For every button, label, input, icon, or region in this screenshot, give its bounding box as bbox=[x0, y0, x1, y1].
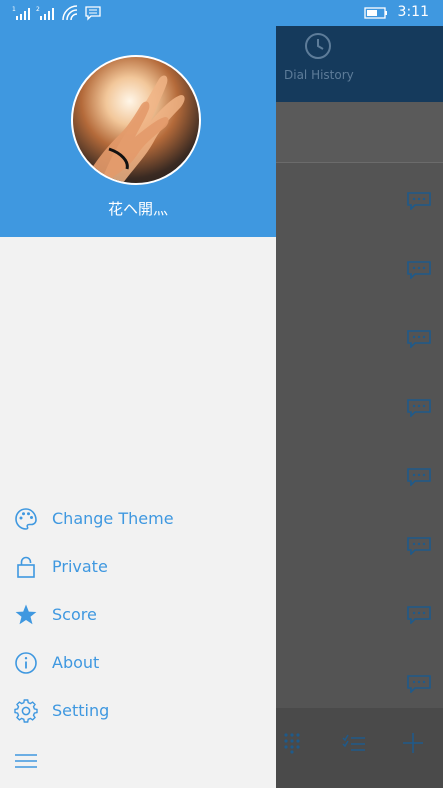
chat-icon bbox=[407, 606, 431, 624]
lock-icon bbox=[17, 556, 35, 578]
star-icon bbox=[15, 604, 37, 625]
message-notification-icon bbox=[85, 6, 101, 21]
background-app-bar bbox=[276, 708, 443, 788]
signal-icon-sim1: 1 bbox=[12, 6, 30, 20]
background-app-overlay[interactable]: Dial History bbox=[276, 26, 443, 788]
info-icon bbox=[15, 652, 37, 674]
avatar[interactable] bbox=[71, 55, 201, 185]
history-icon bbox=[305, 33, 331, 59]
background-subheader bbox=[276, 102, 443, 163]
chat-icon bbox=[407, 399, 431, 417]
menu-label: About bbox=[52, 653, 100, 672]
menu-item-change-theme[interactable]: Change Theme bbox=[0, 498, 276, 542]
hamburger-menu-icon[interactable] bbox=[14, 752, 38, 770]
select-list-icon bbox=[342, 734, 365, 751]
svg-text:1: 1 bbox=[12, 6, 16, 13]
menu-item-about[interactable]: About bbox=[0, 642, 276, 686]
username: 花ヘ開灬 bbox=[107, 200, 168, 218]
chat-icon bbox=[407, 330, 431, 348]
menu-label: Change Theme bbox=[52, 509, 174, 528]
chat-icon bbox=[407, 192, 431, 210]
add-icon bbox=[403, 733, 423, 753]
chat-icon bbox=[407, 468, 431, 486]
drawer-header: 花ヘ開灬 bbox=[0, 26, 276, 237]
avatar-image bbox=[83, 75, 185, 183]
menu-label: Score bbox=[52, 605, 97, 624]
chat-icon bbox=[407, 261, 431, 279]
navigation-drawer: 花ヘ開灬 Change Theme Private Score About Se… bbox=[0, 26, 276, 788]
chat-icon bbox=[407, 675, 431, 693]
dial-history-tab: Dial History bbox=[284, 68, 354, 82]
menu-item-setting[interactable]: Setting bbox=[0, 690, 276, 734]
menu-label: Private bbox=[52, 557, 108, 576]
gear-icon bbox=[14, 699, 38, 723]
clock: 3:11 bbox=[397, 4, 429, 20]
dialpad-icon bbox=[284, 733, 300, 754]
status-bar: 1 2 3:11 bbox=[0, 0, 443, 26]
chat-icon bbox=[407, 537, 431, 555]
svg-text:2: 2 bbox=[36, 6, 40, 13]
menu-item-score[interactable]: Score bbox=[0, 594, 276, 638]
palette-icon bbox=[15, 508, 37, 530]
menu-label: Setting bbox=[52, 701, 110, 720]
battery-icon bbox=[364, 7, 387, 19]
signal-icon-sim2: 2 bbox=[36, 6, 54, 20]
menu-item-private[interactable]: Private bbox=[0, 546, 276, 590]
background-header: Dial History bbox=[276, 26, 443, 102]
wifi-icon bbox=[62, 5, 78, 21]
